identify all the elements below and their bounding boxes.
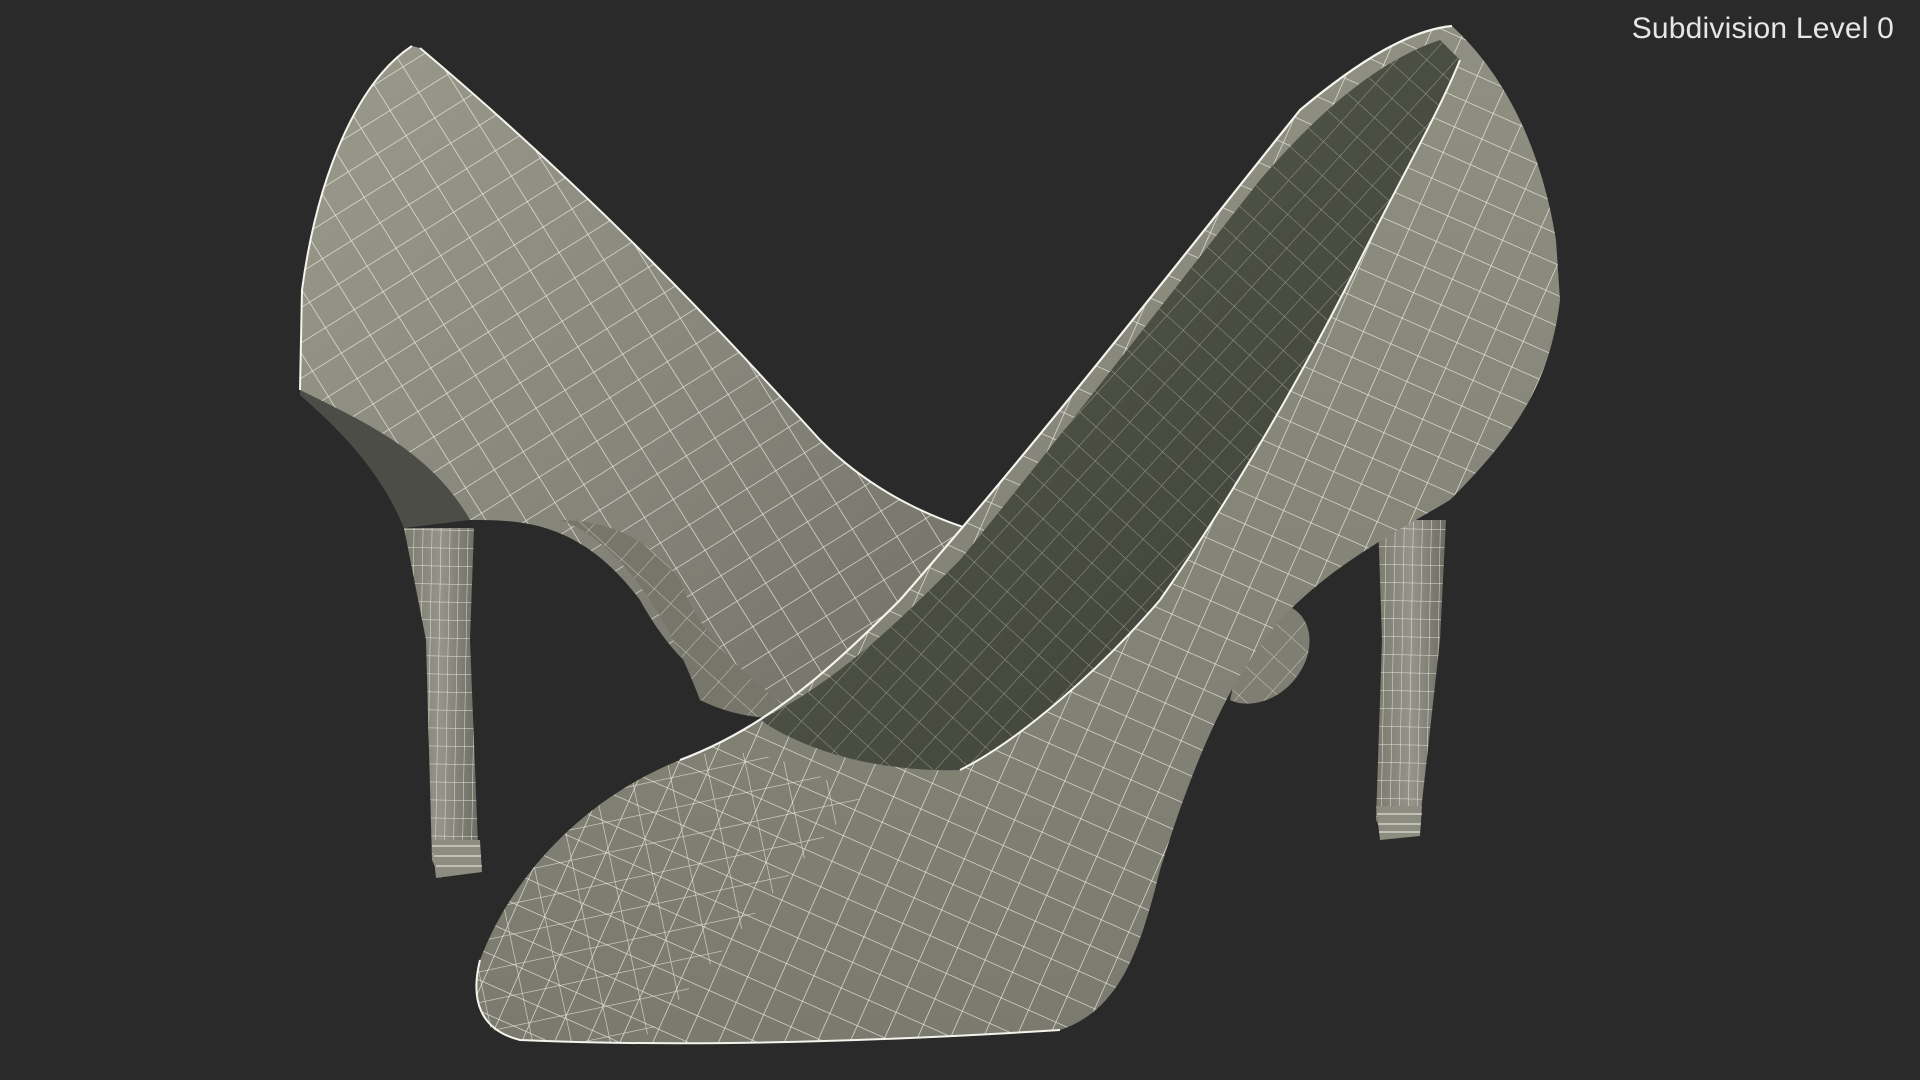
- right-shoe-heel: [1376, 520, 1446, 840]
- 3d-viewport[interactable]: Subdivision Level 0: [0, 0, 1920, 1080]
- subdivision-level-label: Subdivision Level 0: [1631, 12, 1894, 45]
- left-shoe-heel: [404, 528, 482, 878]
- wireframe-render: [299, 24, 1560, 1045]
